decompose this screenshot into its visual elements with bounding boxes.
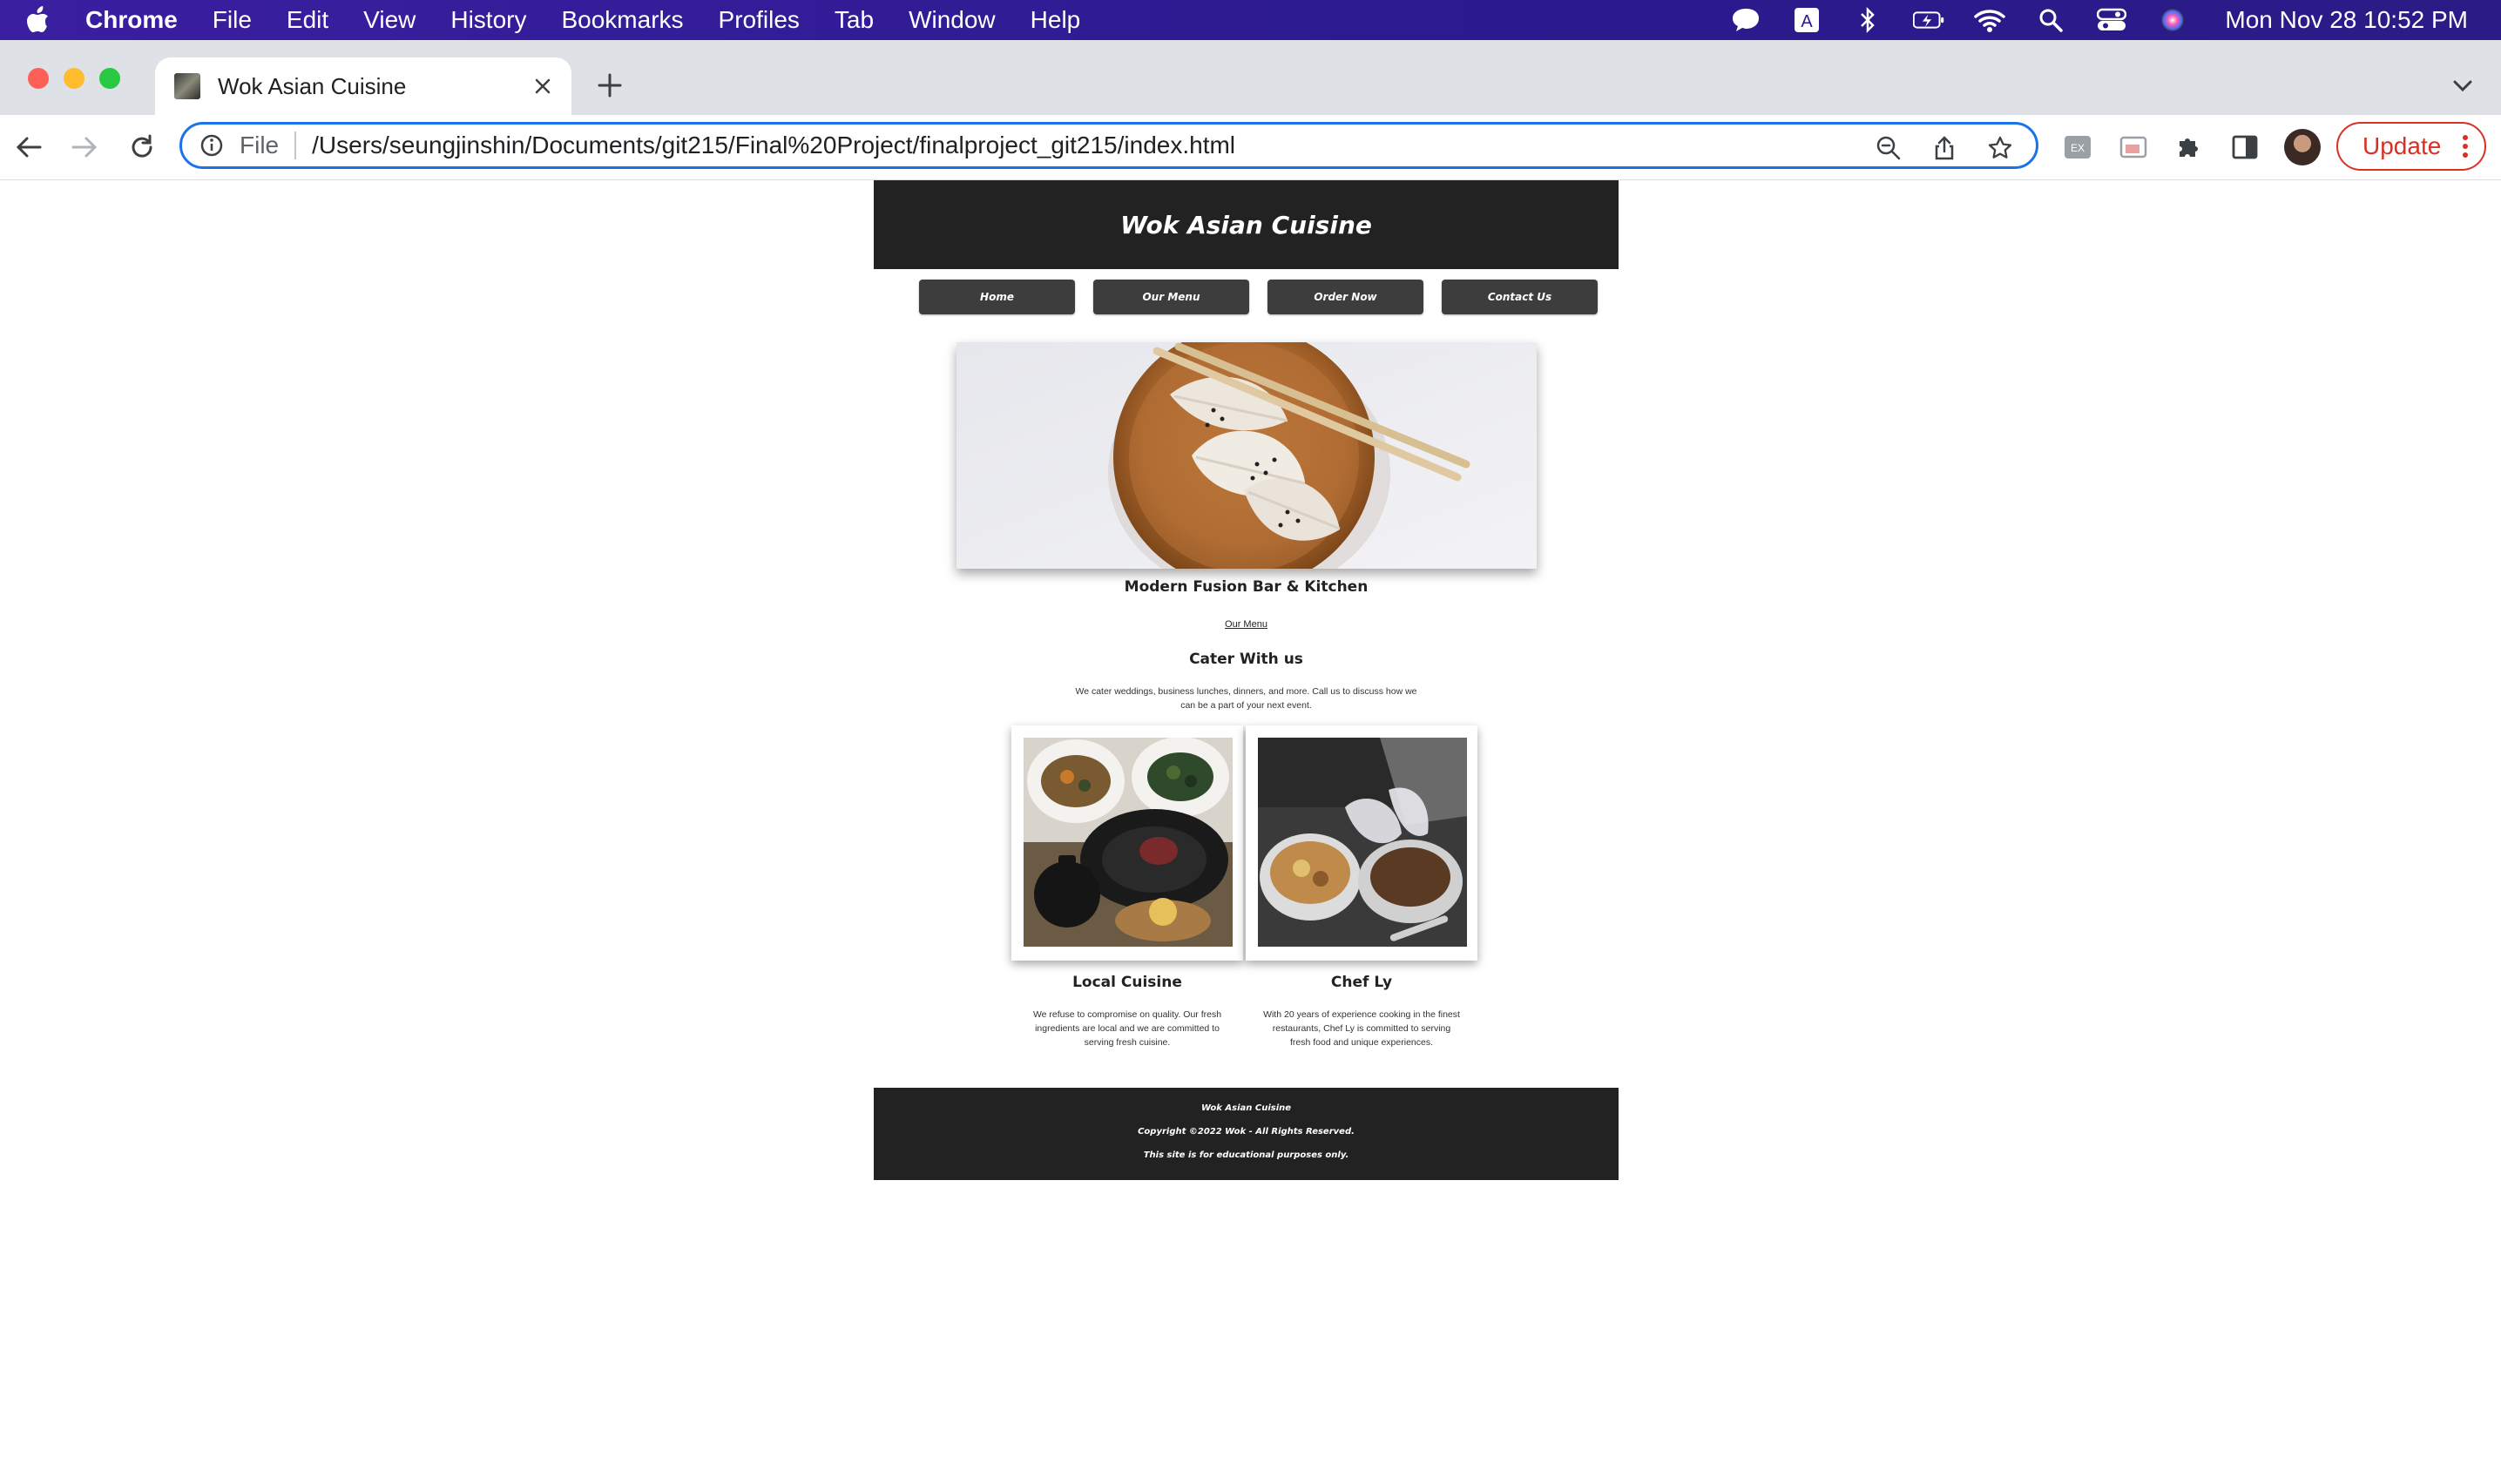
site-info-icon[interactable] xyxy=(199,133,224,158)
menu-edit[interactable]: Edit xyxy=(287,6,328,34)
messages-icon[interactable] xyxy=(1730,7,1761,33)
chef-ly-photo-frame xyxy=(1246,725,1477,961)
menu-bar-status-area: A Mon Nov 28 10:52 PM xyxy=(1730,0,2468,40)
hero-dumplings-image xyxy=(956,342,1537,569)
profile-avatar[interactable] xyxy=(2284,129,2321,165)
new-tab-plus-icon[interactable] xyxy=(596,71,624,99)
cater-description: We cater weddings, business lunches, din… xyxy=(1075,686,1417,711)
macos-menu-bar: Chrome File Edit View History Bookmarks … xyxy=(0,0,2501,40)
side-panel-icon[interactable] xyxy=(2230,132,2260,162)
url-text[interactable]: /Users/seungjinshin/Documents/git215/Fin… xyxy=(312,132,1235,159)
local-cuisine-photo-frame xyxy=(1011,725,1243,961)
bookmark-star-icon[interactable] xyxy=(1987,135,2013,161)
nav-our-menu-button[interactable]: Our Menu xyxy=(1093,280,1249,314)
siri-icon[interactable] xyxy=(2157,7,2188,33)
wifi-icon[interactable] xyxy=(1974,7,2006,33)
chef-ly-title: Chef Ly xyxy=(1330,974,1393,991)
footer-copyright: Copyright ©2022 Wok - All Rights Reserve… xyxy=(1138,1127,1355,1137)
tab-favicon-icon xyxy=(174,73,200,99)
share-icon[interactable] xyxy=(1931,135,1957,161)
nav-order-now-button[interactable]: Order Now xyxy=(1267,280,1423,314)
tab-title: Wok Asian Cuisine xyxy=(218,72,407,99)
bluetooth-icon[interactable] xyxy=(1852,7,1883,33)
local-cuisine-title: Local Cuisine xyxy=(1072,974,1182,991)
svg-text:A: A xyxy=(1801,12,1814,31)
tab-strip: Wok Asian Cuisine xyxy=(0,40,2501,115)
back-arrow-icon[interactable] xyxy=(14,132,44,162)
chef-ly-image xyxy=(1258,738,1467,947)
page-viewport: Wok Asian Cuisine Home Our Menu Order No… xyxy=(0,180,2501,1484)
chef-ly-text: With 20 years of experience cooking in t… xyxy=(1263,1009,1460,1048)
control-center-icon[interactable] xyxy=(2096,7,2127,33)
menu-profiles[interactable]: Profiles xyxy=(719,6,800,34)
menu-help[interactable]: Help xyxy=(1031,6,1081,34)
zoom-out-icon[interactable] xyxy=(1876,135,1902,161)
site-header: Wok Asian Cuisine xyxy=(874,180,1619,269)
close-tab-icon[interactable] xyxy=(531,75,554,98)
more-menu-icon[interactable] xyxy=(2462,134,2469,159)
footer-site-name: Wok Asian Cuisine xyxy=(1200,1103,1292,1113)
input-source-icon[interactable]: A xyxy=(1791,7,1822,33)
close-window-button[interactable] xyxy=(28,68,49,89)
site-title: Wok Asian Cuisine xyxy=(1120,210,1372,239)
cater-heading: Cater With us xyxy=(1189,651,1303,668)
zoom-window-button[interactable] xyxy=(99,68,120,89)
tagline: Modern Fusion Bar & Kitchen xyxy=(1124,578,1369,596)
browser-toolbar: File /Users/seungjinshin/Documents/git21… xyxy=(0,115,2501,180)
menu-window[interactable]: Window xyxy=(909,6,996,34)
spotlight-search-icon[interactable] xyxy=(2035,7,2066,33)
minimize-window-button[interactable] xyxy=(64,68,84,89)
forward-arrow-icon[interactable] xyxy=(70,132,99,162)
footer-disclaimer: This site is for educational purposes on… xyxy=(1143,1150,1349,1160)
extension-ex-icon[interactable]: EX xyxy=(2063,132,2092,162)
update-label: Update xyxy=(2362,132,2442,159)
tab-search-chevron-icon[interactable] xyxy=(2450,75,2475,96)
battery-icon[interactable] xyxy=(1913,7,1944,33)
active-tab[interactable]: Wok Asian Cuisine xyxy=(155,57,571,115)
local-cuisine-image xyxy=(1024,738,1233,947)
local-cuisine-text: We refuse to compromise on quality. Our … xyxy=(1032,1009,1222,1048)
extensions-puzzle-icon[interactable] xyxy=(2174,132,2204,162)
menu-bar-clock[interactable]: Mon Nov 28 10:52 PM xyxy=(2225,6,2468,34)
menu-history[interactable]: History xyxy=(450,6,526,34)
menu-bookmarks[interactable]: Bookmarks xyxy=(561,6,683,34)
nav-home-button[interactable]: Home xyxy=(919,280,1075,314)
menu-file[interactable]: File xyxy=(213,6,252,34)
url-scheme-label: File xyxy=(240,132,280,159)
site-container: Wok Asian Cuisine Home Our Menu Order No… xyxy=(874,180,1619,1180)
nav-contact-us-button[interactable]: Contact Us xyxy=(1442,280,1598,314)
svg-text:EX: EX xyxy=(2071,142,2085,154)
menu-view[interactable]: View xyxy=(363,6,416,34)
reload-icon[interactable] xyxy=(127,132,157,162)
menu-app-name[interactable]: Chrome xyxy=(85,6,178,34)
address-bar[interactable]: File /Users/seungjinshin/Documents/git21… xyxy=(179,122,2038,169)
site-footer: Wok Asian Cuisine Copyright ©2022 Wok - … xyxy=(874,1088,1619,1180)
site-nav: Home Our Menu Order Now Contact Us xyxy=(874,269,1619,325)
address-divider xyxy=(294,132,297,159)
apple-logo-icon[interactable] xyxy=(24,5,51,35)
menu-tab[interactable]: Tab xyxy=(835,6,874,34)
extension-cast-icon[interactable] xyxy=(2119,132,2148,162)
update-chrome-button[interactable]: Update xyxy=(2336,122,2486,171)
our-menu-link[interactable]: Our Menu xyxy=(874,619,1619,630)
